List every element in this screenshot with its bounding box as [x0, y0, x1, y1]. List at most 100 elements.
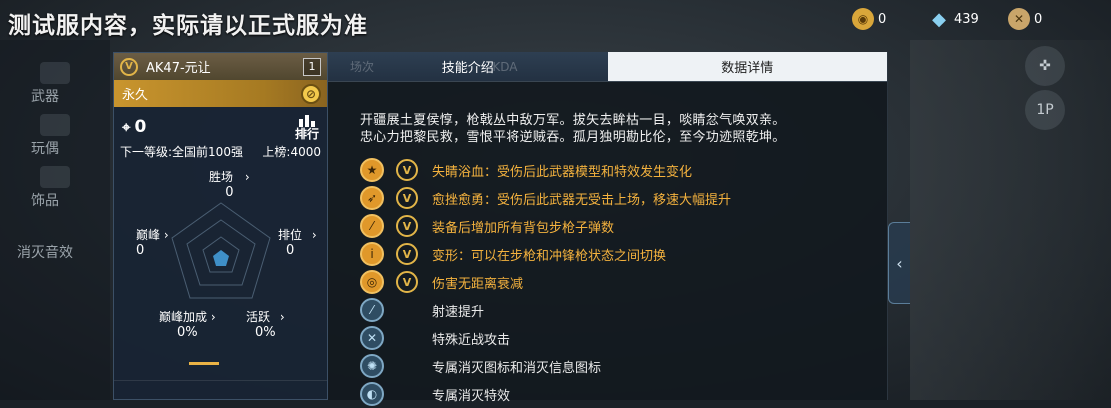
collapse-panel-button[interactable]: ‹: [888, 222, 910, 304]
stat-peak-bonus[interactable]: 巅峰加成 › 0%: [159, 310, 216, 340]
weapon-header: V AK47-元让 1: [114, 53, 327, 80]
skill-description: 射速提升: [432, 304, 485, 320]
weapon-poem: 开疆展土夏侯惇，枪戟丛中敌万军。拔矢去眸枯一目，啖睛忿气唤双亲。 忠心力把黎民救…: [328, 82, 887, 146]
left-menu: 武器 玩偶 饰品 消灭音效: [0, 60, 110, 268]
ghost-tab-label: KDA: [492, 59, 518, 74]
skill-icon[interactable]: ➶: [360, 186, 384, 210]
weapon-level: 1: [303, 57, 321, 76]
weapon-name: AK47-元让: [146, 61, 211, 76]
skill-description: 专属消灭图标和消灭信息图标: [432, 360, 602, 376]
perspective-toggle-button[interactable]: 1P: [1025, 90, 1065, 130]
kill-count-row: ⌖ 0 排行: [114, 107, 327, 141]
stat-rank[interactable]: 排位 › 0: [278, 228, 317, 258]
skill-row: ➶ V 愈挫愈勇：受伤后此武器无受击上场，移速大幅提升: [360, 184, 887, 212]
radar-chart: 胜场 › 0 巅峰 › 0 排位 › 0 巅峰加成 › 0% 活跃 › 0%: [114, 160, 327, 360]
skill-icon[interactable]: ★: [360, 158, 384, 182]
weapon-icon: [40, 62, 70, 84]
ban-icon[interactable]: ⊘: [301, 83, 321, 104]
gold-coin-counter[interactable]: ◉ 0: [852, 8, 886, 30]
menu-item-weapons[interactable]: 武器: [0, 60, 110, 112]
diamond-value: 439: [954, 11, 979, 27]
chevron-left-icon: ‹: [896, 253, 903, 273]
duration-label: 永久: [122, 88, 149, 103]
skill-icon[interactable]: ◎: [360, 270, 384, 294]
stat-active[interactable]: 活跃 › 0%: [246, 310, 285, 340]
skill-description: 失睛浴血：受伤后此武器模型和特效发生变化: [432, 164, 693, 180]
chevron-right-icon: ›: [210, 310, 216, 324]
right-scene-backdrop: [910, 40, 1111, 400]
tier-v-icon: V: [396, 159, 418, 181]
skill-row: ⁄ 射速提升: [360, 296, 887, 324]
skill-icon[interactable]: ✺: [360, 354, 384, 378]
stat-value: 0: [286, 243, 295, 258]
token-counter[interactable]: ✕ 0: [1008, 8, 1042, 30]
menu-label: 武器: [31, 89, 59, 105]
page-indicator: [189, 362, 219, 365]
leaderboard-label: 排行: [294, 127, 319, 141]
skill-row: ✺ 专属消灭图标和消灭信息图标: [360, 352, 887, 380]
tab-skills-label: 技能介绍: [441, 61, 494, 76]
chevron-right-icon: ›: [163, 228, 169, 242]
tab-skills[interactable]: 场次 技能介绍 KDA: [328, 52, 608, 81]
chevron-right-icon: ›: [311, 228, 317, 242]
stat-label: 排位: [278, 228, 303, 242]
chevron-right-icon: ›: [244, 170, 250, 184]
token-icon: ✕: [1008, 8, 1030, 30]
kill-count: 0: [134, 117, 147, 137]
detail-tabs: 场次 技能介绍 KDA 数据详情: [328, 52, 887, 82]
chevron-right-icon: ›: [279, 310, 285, 324]
weapon-card: V AK47-元让 1 永久 ⊘ ⌖ 0 排行 下一等级:全国前100强 上榜:…: [113, 52, 328, 400]
stat-value: 0: [225, 185, 234, 200]
skill-icon[interactable]: ⁄: [360, 298, 384, 322]
menu-item-dolls[interactable]: 玩偶: [0, 112, 110, 164]
skill-row: ★ V 失睛浴血：受伤后此武器模型和特效发生变化: [360, 156, 887, 184]
skill-row: ⁄ V 装备后增加所有背包步枪子弹数: [360, 212, 887, 240]
skill-icon[interactable]: ✕: [360, 326, 384, 350]
listed-threshold: 上榜:4000: [262, 145, 321, 159]
accessory-icon: [40, 166, 70, 188]
poem-line: 忠心力把黎民救，雪恨平将逆贼吞。孤月独明勘比伦，至今功迹照乾坤。: [360, 130, 786, 145]
skill-description: 装备后增加所有背包步枪子弹数: [432, 220, 615, 236]
tier-v-icon: V: [396, 243, 418, 265]
menu-label: 饰品: [31, 193, 59, 209]
divider: [114, 380, 327, 381]
skill-description: 特殊近战攻击: [432, 332, 511, 348]
weapon-detail-panel: 场次 技能介绍 KDA 数据详情 开疆展土夏侯惇，枪戟丛中敌万军。拔矢去眸枯一目…: [328, 52, 888, 406]
next-level-text: 下一等级:全国前100强: [120, 145, 243, 159]
skill-row: ✕ 特殊近战攻击: [360, 324, 887, 352]
stat-value: 0%: [177, 325, 198, 340]
stat-label: 巅峰: [136, 228, 161, 242]
doll-icon: [40, 114, 70, 136]
skill-row: ⅰ V 变形：可以在步枪和冲锋枪状态之间切换: [360, 240, 887, 268]
skill-icon[interactable]: ⁄: [360, 214, 384, 238]
duration-bar: 永久 ⊘: [114, 80, 327, 107]
skill-description: 愈挫愈勇：受伤后此武器无受击上场，移速大幅提升: [432, 192, 732, 208]
stat-wins[interactable]: 胜场 › 0: [209, 170, 250, 200]
skill-description: 伤害无距离衰减: [432, 276, 524, 292]
first-person-icon: 1P: [1036, 102, 1054, 118]
stat-value: 0%: [255, 325, 276, 340]
gold-coin-icon: ◉: [852, 8, 874, 30]
tier-v-icon: V: [120, 57, 138, 76]
menu-item-accessories[interactable]: 饰品: [0, 164, 110, 216]
stat-label: 胜场: [209, 170, 234, 184]
skill-icon[interactable]: ⅰ: [360, 242, 384, 266]
skill-row: ◎ V 伤害无距离衰减: [360, 268, 887, 296]
menu-item-kill-sound[interactable]: 消灭音效: [0, 216, 110, 268]
radar-value-shape: [213, 250, 229, 266]
skill-icon[interactable]: ◐: [360, 382, 384, 406]
stat-peak[interactable]: 巅峰 › 0: [136, 228, 169, 258]
ghost-tab-label: 场次: [350, 60, 375, 74]
diamond-counter[interactable]: ◆ 439: [928, 8, 979, 30]
tab-data-details[interactable]: 数据详情: [607, 52, 887, 81]
token-value: 0: [1034, 11, 1043, 27]
tier-v-icon: V: [396, 215, 418, 237]
stat-label: 活跃: [246, 310, 271, 324]
leaderboard-button[interactable]: 排行: [295, 115, 319, 141]
poem-line: 开疆展土夏侯惇，枪戟丛中敌万军。拔矢去眸枯一目，啖睛忿气唤双亲。: [360, 113, 786, 128]
menu-label: 玩偶: [31, 141, 59, 157]
tab-data-label: 数据详情: [721, 61, 774, 76]
test-server-watermark: 测试服内容，实际请以正式服为准: [8, 13, 368, 39]
menu-label: 消灭音效: [17, 245, 73, 261]
aim-mode-button[interactable]: ✜: [1025, 46, 1065, 86]
